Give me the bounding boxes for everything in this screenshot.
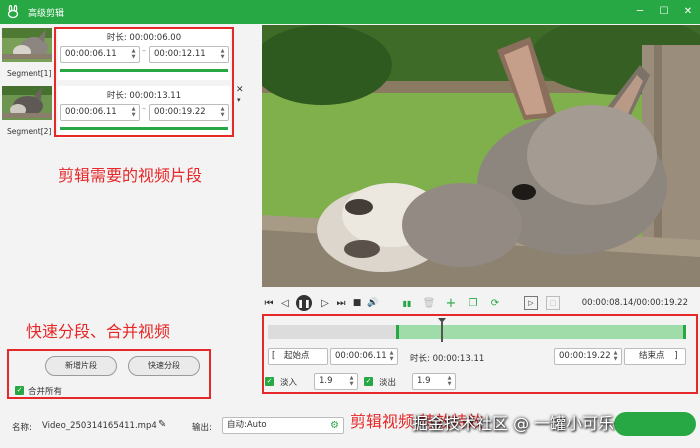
add-segment-button[interactable]: 新增片段 — [45, 356, 117, 376]
fade-out-field[interactable]: 1.9 ▲ ▼ — [412, 373, 456, 390]
donkey-thumbnail-image — [2, 86, 52, 120]
playback-timecode: 00:00:08.14/00:00:19.22 — [581, 298, 688, 308]
player-controls: ⏮ ◁ ❚❚ ▷ ⏭ ■ 🔊 ▮▮ 🗑 + ❐ ⟳ ▷ □ 00:00:08.1… — [262, 295, 700, 313]
maximize-icon[interactable]: ☐ — [658, 4, 670, 18]
segment-label: Segment[2] — [7, 127, 52, 136]
bracket-left-icon: [ — [272, 351, 276, 361]
minimize-icon[interactable]: ─ — [634, 4, 646, 18]
add-icon[interactable]: + — [444, 296, 458, 311]
chevron-down-icon[interactable]: ▾ — [237, 96, 241, 104]
split-icon[interactable]: ▮▮ — [400, 296, 414, 310]
close-icon[interactable]: ✕ — [236, 85, 244, 95]
merge-all-label: 合并所有 — [28, 387, 63, 397]
file-name: Video_250314165411.mp4 — [42, 421, 157, 431]
skip-to-start-icon[interactable]: ⏮ — [262, 296, 276, 310]
fade-in-label: 淡入 — [280, 378, 298, 388]
volume-icon[interactable]: 🔊 — [366, 296, 380, 310]
spinner-icon[interactable]: ▲ ▼ — [348, 375, 355, 387]
segment-thumbnail[interactable] — [2, 86, 52, 120]
set-start-point-button[interactable]: [ 起始点 — [268, 348, 328, 365]
donkey-thumbnail-image — [2, 28, 52, 62]
gear-icon[interactable]: ⚙ — [330, 418, 339, 433]
segment-thumbnail[interactable] — [2, 28, 52, 62]
fade-out-checkbox[interactable]: ✓ — [364, 377, 373, 386]
trim-start-field[interactable]: 00:00:06.11 ▲ ▼ — [330, 348, 398, 365]
step-back-icon[interactable]: ◁ — [278, 296, 292, 310]
fade-in-field[interactable]: 1.9 ▲ ▼ — [314, 373, 358, 390]
frame-icon[interactable]: □ — [546, 296, 560, 310]
play-selection-icon[interactable]: ▷ — [524, 296, 538, 310]
skip-to-end-icon[interactable]: ⏭ — [334, 296, 348, 310]
close-icon[interactable]: ✕ — [682, 4, 694, 18]
stop-icon[interactable]: ■ — [350, 296, 364, 310]
spinner-icon[interactable]: ▲ ▼ — [388, 350, 395, 362]
segment-panel: Segment[1] 时长: 00:00:06.00 00:00:06.11 ▲… — [0, 24, 258, 412]
output-select[interactable]: 自动:Auto ⚙ — [222, 417, 344, 434]
trim-end-field[interactable]: 00:00:19.22 ▲ ▼ — [554, 348, 622, 365]
window-title: 高级剪辑 — [28, 8, 65, 19]
video-frame-image — [262, 25, 700, 287]
fade-out-label: 淡出 — [379, 378, 397, 388]
name-label: 名称: — [12, 423, 32, 433]
annotation-text-segments: 剪辑需要的视频片段 — [58, 166, 203, 185]
annotation-text-split-merge: 快速分段、合并视频 — [26, 322, 171, 341]
window-controls: ─ ☐ ✕ — [634, 4, 694, 18]
annotation-box-segments — [54, 27, 234, 137]
step-forward-icon[interactable]: ▷ — [318, 296, 332, 310]
segment-label: Segment[1] — [7, 69, 52, 78]
pause-icon[interactable]: ❚❚ — [296, 295, 312, 311]
quick-split-button[interactable]: 快速分段 — [128, 356, 200, 376]
bracket-right-icon: ] — [674, 351, 678, 361]
set-end-point-button[interactable]: 结束点 ] — [624, 348, 686, 365]
rabbit-logo-icon — [7, 5, 19, 19]
edit-pencil-icon[interactable]: ✎ — [158, 419, 166, 430]
video-preview[interactable] — [262, 25, 700, 287]
fade-in-checkbox[interactable]: ✓ — [265, 377, 274, 386]
title-bar: 高级剪辑 ─ ☐ ✕ — [0, 0, 700, 24]
watermark: 掘金技术社区 @ 一罐小可乐 — [412, 414, 615, 433]
copy-icon[interactable]: ❐ — [466, 296, 480, 310]
output-label: 输出: — [192, 423, 212, 433]
export-button[interactable] — [614, 412, 696, 436]
spinner-icon[interactable]: ▲ ▼ — [446, 375, 453, 387]
trash-icon[interactable]: 🗑 — [422, 296, 436, 310]
spinner-icon[interactable]: ▲ ▼ — [612, 350, 619, 362]
trim-duration: 时长: 00:00:13.11 — [410, 354, 485, 364]
reset-icon[interactable]: ⟳ — [488, 296, 502, 310]
merge-all-checkbox[interactable]: ✓ — [15, 386, 24, 395]
